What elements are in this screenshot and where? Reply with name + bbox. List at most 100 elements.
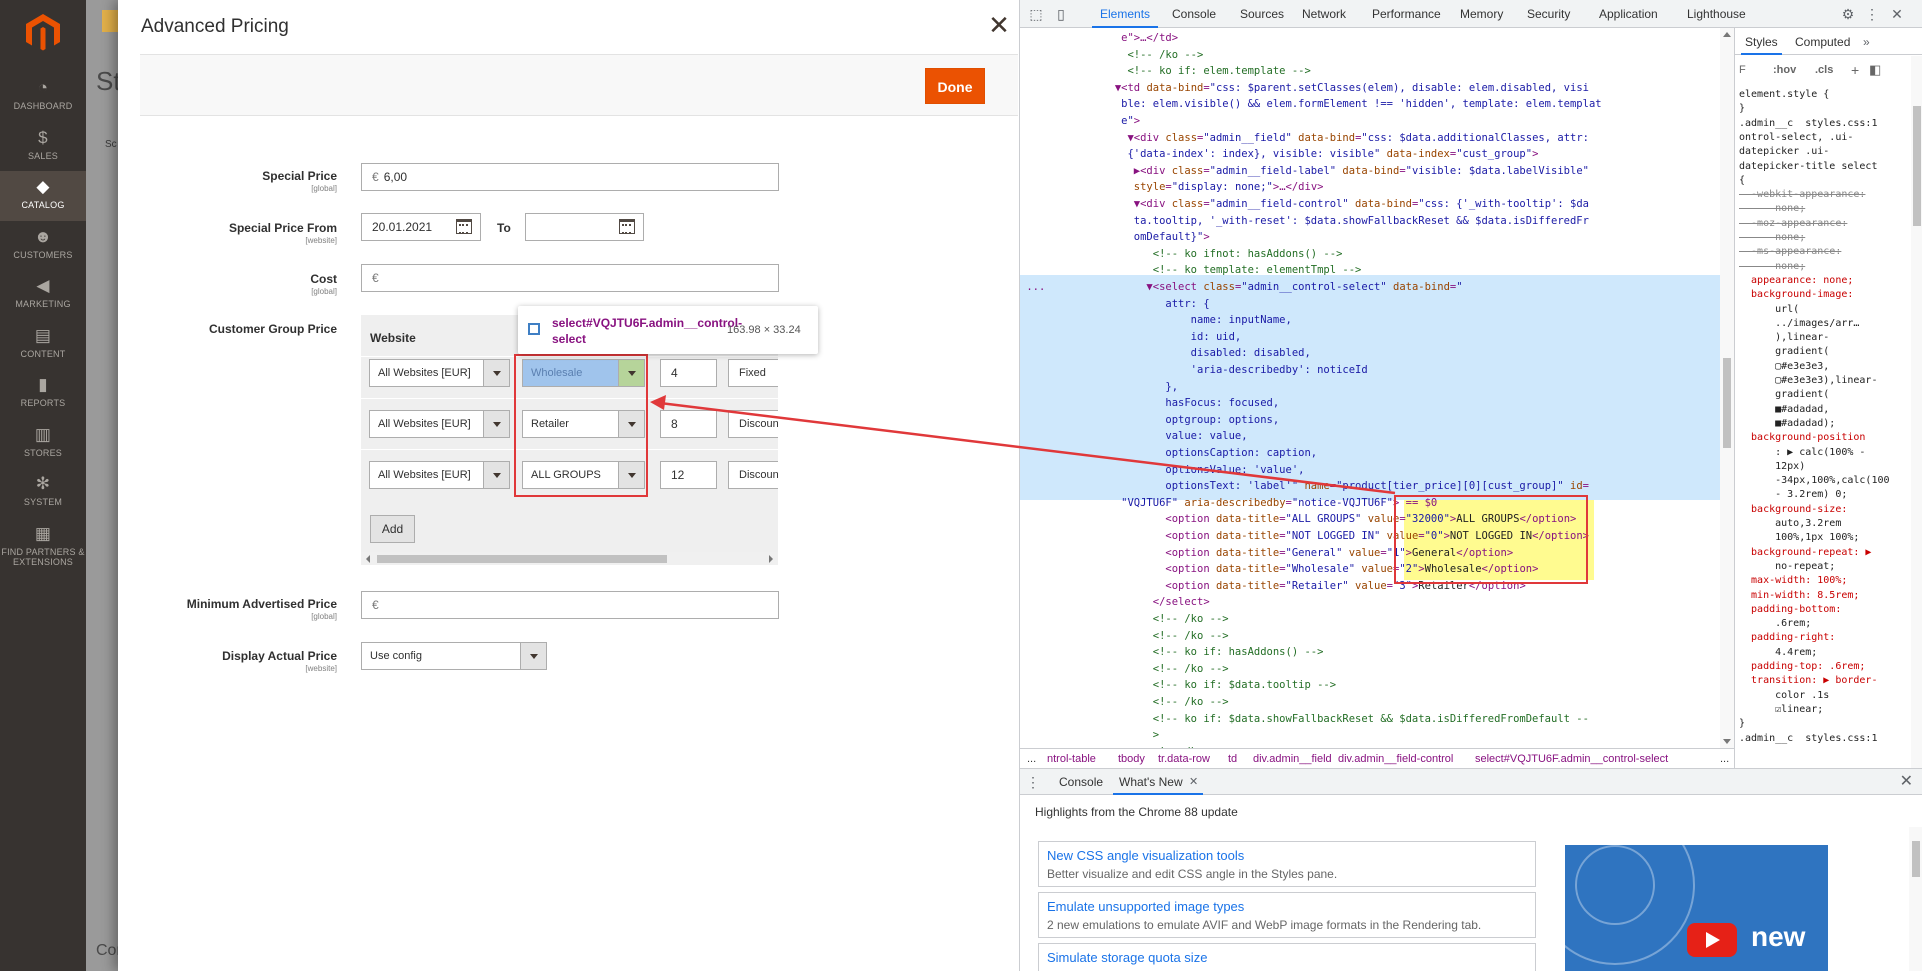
tab-security[interactable]: Security xyxy=(1527,0,1570,28)
dom-line[interactable]: <!-- /ko --> xyxy=(1020,694,1720,710)
dom-line[interactable]: <option data-title="NOT LOGGED IN" value… xyxy=(1020,528,1720,544)
breadcrumb-item[interactable]: div.admin__field-control xyxy=(1338,749,1453,768)
device-toolbar-icon[interactable]: ▯ xyxy=(1052,5,1070,23)
dom-line[interactable]: style="display: none;">…</div> xyxy=(1020,179,1720,195)
sidebar-item-content[interactable]: ▤ CONTENT xyxy=(0,320,86,370)
dom-line[interactable]: e">…</td> xyxy=(1020,30,1720,46)
dom-line[interactable]: <!-- ko if: $data.showFallbackReset && $… xyxy=(1020,711,1720,727)
breadcrumb-item[interactable]: tr.data-row xyxy=(1158,749,1210,768)
dom-line[interactable]: ▼<div class="admin__field-control" data-… xyxy=(1020,196,1720,212)
breadcrumb-item[interactable]: ... xyxy=(1720,749,1729,768)
scroll-left-icon[interactable] xyxy=(366,555,370,563)
tab-memory[interactable]: Memory xyxy=(1460,0,1503,28)
styles-filter-input[interactable]: F :hov .cls + ◧ xyxy=(1739,60,1919,80)
close-icon[interactable]: ✕ xyxy=(984,10,1014,40)
card-title[interactable]: Emulate unsupported image types xyxy=(1047,899,1244,914)
sidebar-item-partners[interactable]: ▦ FIND PARTNERS & EXTENSIONS xyxy=(0,518,86,568)
dom-line[interactable]: </select> xyxy=(1020,594,1720,610)
dom-line[interactable]: 'aria-describedby': noticeId xyxy=(1020,362,1720,378)
sidebar-item-reports[interactable]: ▮ REPORTS xyxy=(0,369,86,419)
dom-line[interactable]: <!-- ko if: $data.tooltip --> xyxy=(1020,677,1720,693)
sidebar-item-customers[interactable]: ☻ CUSTOMERS xyxy=(0,221,86,271)
styles-scrollbar[interactable] xyxy=(1911,56,1922,768)
breadcrumb-item[interactable]: ... xyxy=(1027,749,1036,768)
website-select[interactable]: All Websites [EUR] xyxy=(369,410,510,438)
dom-line[interactable]: "VQJTU6F" aria-describedby="notice-VQJTU… xyxy=(1020,495,1720,511)
dom-line[interactable]: e"> xyxy=(1020,113,1720,129)
card-title[interactable]: Simulate storage quota size xyxy=(1047,950,1207,965)
more-tabs-icon[interactable]: » xyxy=(1863,28,1870,55)
dom-vertical-scrollbar[interactable] xyxy=(1720,28,1734,748)
dom-line[interactable]: id: uid, xyxy=(1020,329,1720,345)
scroll-right-icon[interactable] xyxy=(769,555,773,563)
dom-line[interactable]: optionsCaption: caption, xyxy=(1020,445,1720,461)
scrollbar-thumb[interactable] xyxy=(1913,106,1921,226)
calendar-icon[interactable] xyxy=(456,219,472,234)
class-toggle[interactable]: .cls xyxy=(1815,60,1833,80)
sidebar-item-sales[interactable]: $ SALES xyxy=(0,122,86,172)
add-tier-price-button[interactable]: Add xyxy=(370,515,415,543)
dom-line[interactable]: <!-- ko template: elementTmpl --> xyxy=(1020,262,1720,278)
add-rule-icon[interactable]: + xyxy=(1851,60,1859,80)
tab-console[interactable]: Console xyxy=(1059,769,1103,795)
drawer-menu-icon[interactable]: ⋮ xyxy=(1024,773,1042,791)
dom-line[interactable]: name: inputName, xyxy=(1020,312,1720,328)
website-select[interactable]: All Websites [EUR] xyxy=(369,461,510,489)
more-options-icon[interactable]: ⋮ xyxy=(1863,5,1881,23)
dom-line[interactable]: <option data-title="Retailer" value="3">… xyxy=(1020,578,1720,594)
dom-line[interactable]: {'data-index': index}, visible: visible"… xyxy=(1020,146,1720,162)
drawer-scrollbar[interactable] xyxy=(1909,827,1922,971)
dom-line[interactable]: <!-- ko if: hasAddons() --> xyxy=(1020,644,1720,660)
dom-line[interactable]: disabled: disabled, xyxy=(1020,345,1720,361)
dom-line[interactable]: }, xyxy=(1020,379,1720,395)
dom-line[interactable]: <!-- ko ifnot: hasAddons() --> xyxy=(1020,246,1720,262)
elements-dom-tree[interactable]: e">…</td> <!-- /ko --> <!-- ko if: elem.… xyxy=(1020,28,1726,748)
dom-line[interactable]: ▼<div class="admin__field" data-bind="cs… xyxy=(1020,130,1720,146)
toggle-sidebar-icon[interactable]: ◧ xyxy=(1869,60,1881,80)
breadcrumb-item[interactable]: tbody xyxy=(1118,749,1145,768)
dom-line[interactable]: <option data-title="Wholesale" value="2"… xyxy=(1020,561,1720,577)
done-button[interactable]: Done xyxy=(925,68,985,104)
quantity-input[interactable]: 12 xyxy=(660,461,717,489)
breadcrumb-item[interactable]: ntrol-table xyxy=(1047,749,1096,768)
dom-line[interactable]: <!-- /ko --> xyxy=(1020,628,1720,644)
calendar-icon[interactable] xyxy=(619,219,635,234)
close-icon[interactable]: ✕ xyxy=(1888,5,1906,23)
dom-line[interactable]: optgroup: options, xyxy=(1020,412,1720,428)
tab-computed[interactable]: Computed xyxy=(1795,28,1850,55)
youtube-play-icon[interactable] xyxy=(1687,923,1737,957)
dom-line[interactable]: omDefault}"> xyxy=(1020,229,1720,245)
tab-performance[interactable]: Performance xyxy=(1372,0,1441,28)
whats-new-video-thumbnail[interactable]: new xyxy=(1565,845,1828,971)
scrollbar-thumb[interactable] xyxy=(1912,841,1920,877)
gear-icon[interactable]: ⚙ xyxy=(1839,5,1857,23)
dom-line[interactable]: hasFocus: focused, xyxy=(1020,395,1720,411)
tab-elements[interactable]: Elements xyxy=(1091,0,1159,28)
dom-line[interactable]: > xyxy=(1020,727,1720,743)
whats-new-card[interactable]: Simulate storage quota size xyxy=(1038,943,1536,971)
scrollbar-thumb[interactable] xyxy=(377,555,667,563)
scrollbar-thumb[interactable] xyxy=(1723,358,1731,448)
special-price-to-input[interactable] xyxy=(525,213,644,241)
breadcrumb-item[interactable]: div.admin__field xyxy=(1253,749,1332,768)
horizontal-scrollbar[interactable] xyxy=(361,552,778,565)
sidebar-item-stores[interactable]: ▥ STORES xyxy=(0,419,86,469)
dom-line[interactable]: ble: elem.visible() && elem.formElement … xyxy=(1020,96,1720,112)
tab-sources[interactable]: Sources xyxy=(1240,0,1284,28)
special-price-from-input[interactable]: 20.01.2021 xyxy=(361,213,481,241)
breadcrumb-item[interactable]: td xyxy=(1228,749,1237,768)
special-price-input[interactable]: €6,00 xyxy=(361,163,779,191)
sidebar-item-catalog[interactable]: ◆ CATALOG xyxy=(0,171,86,221)
dom-line[interactable]: ▼<td data-bind="css: $parent.setClasses(… xyxy=(1020,80,1720,96)
sidebar-item-marketing[interactable]: ◀ MARKETING xyxy=(0,270,86,320)
dom-line[interactable]: <!-- /ko --> xyxy=(1020,611,1720,627)
card-title[interactable]: New CSS angle visualization tools xyxy=(1047,848,1244,863)
scroll-down-icon[interactable] xyxy=(1723,739,1731,744)
dom-line[interactable]: <!-- /ko --> xyxy=(1020,47,1720,63)
dom-line[interactable]: attr: { xyxy=(1020,296,1720,312)
tab-whats-new[interactable]: What's New xyxy=(1113,769,1203,795)
tab-application[interactable]: Application xyxy=(1599,0,1658,28)
tab-styles[interactable]: Styles xyxy=(1741,28,1782,55)
hover-state-toggle[interactable]: :hov xyxy=(1773,60,1796,80)
close-tab-icon[interactable]: ✕ xyxy=(1189,775,1198,788)
